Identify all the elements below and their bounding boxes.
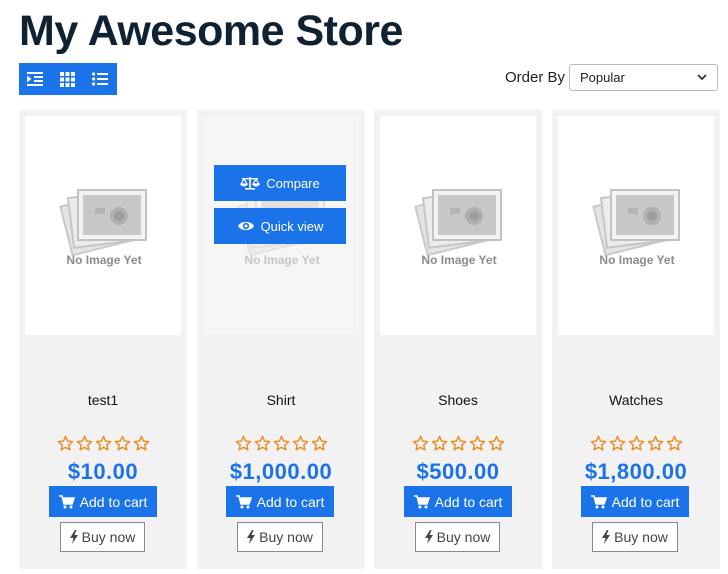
add-to-cart-label: Add to cart <box>256 493 325 510</box>
product-name[interactable]: Shirt <box>197 392 365 408</box>
cart-icon <box>413 494 430 508</box>
star-rating[interactable] <box>552 435 720 456</box>
star-icon[interactable] <box>292 435 309 456</box>
add-to-cart-label: Add to cart <box>611 493 680 510</box>
quick-view-button[interactable]: Quick view <box>214 208 346 244</box>
cart-icon <box>590 494 607 508</box>
product-card[interactable]: No Image Yet test1 $10.00 Add to cart Buy n… <box>19 110 187 569</box>
product-image[interactable]: No Image Yet <box>558 116 714 335</box>
star-icon[interactable] <box>488 435 505 456</box>
chevron-down-icon <box>697 74 707 81</box>
grid-view-button[interactable] <box>52 63 85 95</box>
star-icon[interactable] <box>235 435 252 456</box>
star-icon[interactable] <box>57 435 74 456</box>
bolt-icon <box>602 530 611 544</box>
cart-icon <box>58 494 75 508</box>
star-icon[interactable] <box>273 435 290 456</box>
no-image-placeholder-icon: No Image Yet <box>59 188 147 267</box>
product-name[interactable]: Shoes <box>374 392 542 408</box>
view-mode-toggle <box>19 63 117 95</box>
product-price: $10.00 <box>67 459 139 484</box>
list-icon <box>92 72 109 86</box>
placeholder-text: No Image Yet <box>244 253 319 267</box>
star-icon[interactable] <box>590 435 607 456</box>
product-name[interactable]: Watches <box>552 392 720 408</box>
star-icon[interactable] <box>133 435 150 456</box>
product-price: $1,800.00 <box>584 459 688 484</box>
order-by-value: Popular <box>580 70 625 85</box>
star-icon[interactable] <box>628 435 645 456</box>
star-icon[interactable] <box>114 435 131 456</box>
star-icon[interactable] <box>450 435 467 456</box>
star-icon[interactable] <box>95 435 112 456</box>
star-icon[interactable] <box>431 435 448 456</box>
no-image-placeholder-icon: No Image Yet <box>414 188 502 267</box>
buy-now-button[interactable]: Buy now <box>592 522 678 552</box>
product-price: $1,000.00 <box>229 459 333 484</box>
add-to-cart-label: Add to cart <box>79 493 148 510</box>
placeholder-text: No Image Yet <box>421 253 496 267</box>
add-to-cart-button[interactable]: Add to cart <box>404 486 512 517</box>
buy-now-button[interactable]: Buy now <box>237 522 323 552</box>
list-view-button[interactable] <box>84 63 117 95</box>
buy-now-label: Buy now <box>81 529 136 545</box>
add-to-cart-button[interactable]: Add to cart <box>49 486 157 517</box>
bolt-icon <box>424 530 433 544</box>
buy-now-button[interactable]: Buy now <box>60 522 145 552</box>
indent-icon <box>27 72 44 86</box>
star-rating[interactable] <box>19 435 187 456</box>
star-icon[interactable] <box>469 435 486 456</box>
product-name[interactable]: test1 <box>19 392 187 408</box>
star-icon[interactable] <box>666 435 683 456</box>
product-image[interactable]: No Image Yet <box>380 116 536 335</box>
bolt-icon <box>247 530 256 544</box>
quick-view-label: Quick view <box>260 218 324 234</box>
placeholder-text: No Image Yet <box>599 253 674 267</box>
cart-icon <box>235 494 252 508</box>
buy-now-label: Buy now <box>436 529 491 545</box>
indent-view-button[interactable] <box>19 63 52 95</box>
buy-now-button[interactable]: Buy now <box>415 522 500 552</box>
product-image[interactable]: No Image Yet <box>25 116 181 335</box>
star-icon[interactable] <box>254 435 271 456</box>
add-to-cart-button[interactable]: Add to cart <box>226 486 334 517</box>
star-rating[interactable] <box>374 435 542 456</box>
star-rating[interactable] <box>197 435 365 456</box>
compare-button[interactable]: Compare <box>214 165 346 201</box>
compare-label: Compare <box>266 175 320 191</box>
eye-icon <box>237 221 254 231</box>
star-icon[interactable] <box>609 435 626 456</box>
add-to-cart-label: Add to cart <box>434 493 503 510</box>
product-price: $500.00 <box>416 459 500 484</box>
bolt-icon <box>69 530 78 544</box>
star-icon[interactable] <box>311 435 328 456</box>
product-card[interactable]: No Image Yet Compare Quick view Shirt $1,00… <box>197 110 365 569</box>
order-by-label: Order By <box>505 69 566 86</box>
order-by-select[interactable]: Popular <box>569 64 718 91</box>
no-image-placeholder-icon: No Image Yet <box>592 188 680 267</box>
page-title: My Awesome Store <box>19 7 403 55</box>
placeholder-text: No Image Yet <box>66 253 141 267</box>
star-icon[interactable] <box>412 435 429 456</box>
star-icon[interactable] <box>647 435 664 456</box>
scale-icon <box>240 177 261 190</box>
buy-now-label: Buy now <box>614 529 668 545</box>
buy-now-label: Buy now <box>259 529 313 545</box>
grid-icon <box>60 71 76 87</box>
product-card[interactable]: No Image Yet Watches $1,800.00 Add to cart… <box>552 110 720 569</box>
star-icon[interactable] <box>76 435 93 456</box>
add-to-cart-button[interactable]: Add to cart <box>581 486 689 517</box>
product-card[interactable]: No Image Yet Shoes $500.00 Add to cart Buy … <box>374 110 542 569</box>
